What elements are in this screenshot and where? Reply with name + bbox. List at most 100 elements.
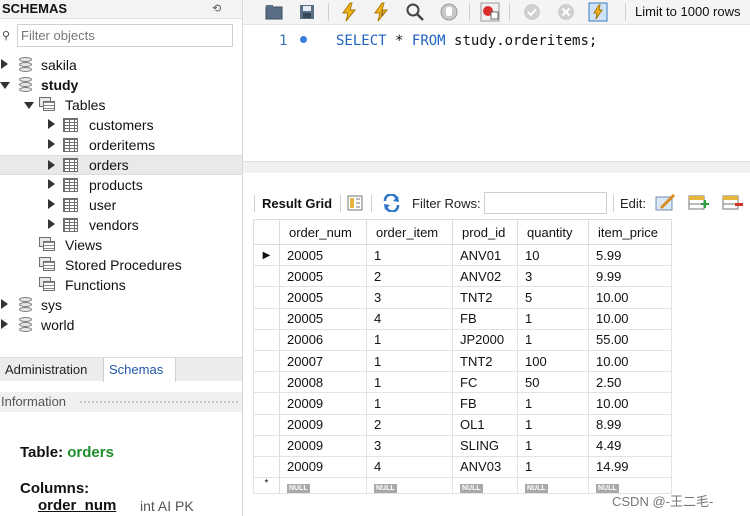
- grid-cell[interactable]: 4: [366, 455, 453, 479]
- add-row-icon[interactable]: [688, 193, 710, 213]
- expand-arrow-icon[interactable]: [48, 199, 55, 209]
- grid-cell[interactable]: 1: [517, 392, 589, 415]
- grid-cell[interactable]: ANV03: [452, 455, 518, 479]
- table-row[interactable]: 20006 1 JP2000 1 55.00: [253, 328, 672, 351]
- grid-cell[interactable]: 1: [517, 307, 589, 330]
- grid-cell[interactable]: 20005: [279, 243, 367, 267]
- grid-cell[interactable]: 100: [517, 349, 589, 373]
- collapse-arrow-icon[interactable]: [0, 82, 10, 89]
- grid-cell[interactable]: 2: [366, 413, 453, 436]
- grid-cell[interactable]: ANV02: [452, 265, 518, 288]
- grid-cell[interactable]: 1: [517, 328, 589, 351]
- filter-objects-input[interactable]: [17, 24, 233, 47]
- grid-cell[interactable]: 50: [517, 371, 589, 394]
- panel-splitter[interactable]: [243, 161, 750, 173]
- expand-arrow-icon[interactable]: [48, 139, 55, 149]
- grid-cell[interactable]: JP2000: [452, 328, 518, 351]
- row-header[interactable]: [253, 328, 280, 351]
- schema-world[interactable]: world: [0, 315, 242, 335]
- table-customers[interactable]: customers: [0, 115, 242, 135]
- row-header[interactable]: [253, 307, 280, 330]
- grid-cell[interactable]: 10.00: [588, 286, 672, 309]
- grid-cell[interactable]: 10.00: [588, 392, 672, 415]
- grid-cell[interactable]: 8.99: [588, 413, 672, 436]
- grid-cell[interactable]: 10.00: [588, 307, 672, 330]
- column-header[interactable]: item_price: [588, 219, 672, 245]
- grid-cell[interactable]: 3: [366, 286, 453, 309]
- grid-cell[interactable]: 2: [366, 265, 453, 288]
- null-cell[interactable]: NULL: [452, 477, 518, 495]
- expand-arrow-icon[interactable]: [1, 59, 8, 69]
- grid-cell[interactable]: 20008: [279, 371, 367, 394]
- sql-editor[interactable]: 1 SELECT * FROM study.orderitems;: [243, 26, 750, 161]
- grid-cell[interactable]: 9.99: [588, 265, 672, 288]
- filter-rows-input[interactable]: [484, 192, 607, 214]
- column-header[interactable]: order_num: [279, 219, 367, 245]
- table-row[interactable]: 20009 3 SLING 1 4.49: [253, 434, 672, 457]
- table-row[interactable]: 20009 1 FB 1 10.00: [253, 392, 672, 415]
- new-row[interactable]: * NULL NULL NULL NULL NULL: [253, 477, 672, 495]
- table-products[interactable]: products: [0, 175, 242, 195]
- grid-cell[interactable]: 5: [517, 286, 589, 309]
- expand-arrow-icon[interactable]: [48, 179, 55, 189]
- grid-cell[interactable]: 4: [366, 307, 453, 330]
- tree-functions[interactable]: Functions: [0, 275, 242, 295]
- grid-cell[interactable]: 10: [517, 243, 589, 267]
- delete-row-icon[interactable]: [722, 193, 744, 213]
- explain-icon[interactable]: [405, 2, 425, 22]
- toggle-error-icon[interactable]: [480, 2, 500, 22]
- table-orderitems[interactable]: orderitems: [0, 135, 242, 155]
- grid-cell[interactable]: 3: [366, 434, 453, 457]
- tab-schemas[interactable]: Schemas: [103, 358, 176, 382]
- save-icon[interactable]: [297, 2, 317, 22]
- filter-input[interactable]: [18, 25, 232, 46]
- stop-icon[interactable]: [439, 2, 459, 22]
- schema-study[interactable]: study: [0, 75, 242, 95]
- table-row[interactable]: 20009 4 ANV03 1 14.99: [253, 455, 672, 479]
- execute-current-icon[interactable]: I: [371, 2, 391, 22]
- grid-cell[interactable]: 1: [517, 455, 589, 479]
- schema-sys[interactable]: sys: [0, 295, 242, 315]
- grid-cell[interactable]: 1: [366, 371, 453, 394]
- table-row[interactable]: 20009 2 OL1 1 8.99: [253, 413, 672, 436]
- grid-cell[interactable]: 1: [366, 328, 453, 351]
- table-row[interactable]: 20007 1 TNT2 100 10.00: [253, 349, 672, 373]
- expand-arrow-icon[interactable]: [1, 319, 8, 329]
- grid-cell[interactable]: 1: [517, 413, 589, 436]
- grid-cell[interactable]: 1: [517, 434, 589, 457]
- grid-cell[interactable]: 20005: [279, 265, 367, 288]
- result-grid[interactable]: order_num order_item prod_id quantity it…: [253, 219, 672, 495]
- null-cell[interactable]: NULL: [279, 477, 367, 495]
- grid-cell[interactable]: 20009: [279, 392, 367, 415]
- grid-cell[interactable]: 2.50: [588, 371, 672, 394]
- column-header[interactable]: order_item: [366, 219, 453, 245]
- grid-cell[interactable]: 20006: [279, 328, 367, 351]
- row-header[interactable]: [253, 413, 280, 436]
- expand-arrow-icon[interactable]: [48, 119, 55, 129]
- grid-cell[interactable]: FC: [452, 371, 518, 394]
- refresh-icon[interactable]: ⟲: [212, 2, 221, 15]
- refresh-results-icon[interactable]: [382, 194, 401, 212]
- grid-cell[interactable]: OL1: [452, 413, 518, 436]
- row-header[interactable]: [253, 455, 280, 479]
- collapse-arrow-icon[interactable]: [24, 102, 34, 109]
- row-header[interactable]: [253, 286, 280, 309]
- row-header[interactable]: [253, 434, 280, 457]
- expand-arrow-icon[interactable]: [48, 160, 55, 170]
- result-grid-label[interactable]: Result Grid: [262, 196, 332, 211]
- table-vendors[interactable]: vendors: [0, 215, 242, 235]
- tree-views[interactable]: Views: [0, 235, 242, 255]
- table-user[interactable]: user: [0, 195, 242, 215]
- table-orders[interactable]: orders: [0, 155, 242, 175]
- grid-cell[interactable]: ANV01: [452, 243, 518, 267]
- grid-cell[interactable]: 1: [366, 243, 453, 267]
- row-header[interactable]: [253, 349, 280, 373]
- row-header[interactable]: [253, 392, 280, 415]
- table-row[interactable]: 20005 3 TNT2 5 10.00: [253, 286, 672, 309]
- row-header[interactable]: [253, 371, 280, 394]
- grid-cell[interactable]: 20005: [279, 307, 367, 330]
- grid-cell[interactable]: 10.00: [588, 349, 672, 373]
- grid-cell[interactable]: 3: [517, 265, 589, 288]
- grid-cell[interactable]: 55.00: [588, 328, 672, 351]
- schema-sakila[interactable]: sakila: [0, 55, 242, 75]
